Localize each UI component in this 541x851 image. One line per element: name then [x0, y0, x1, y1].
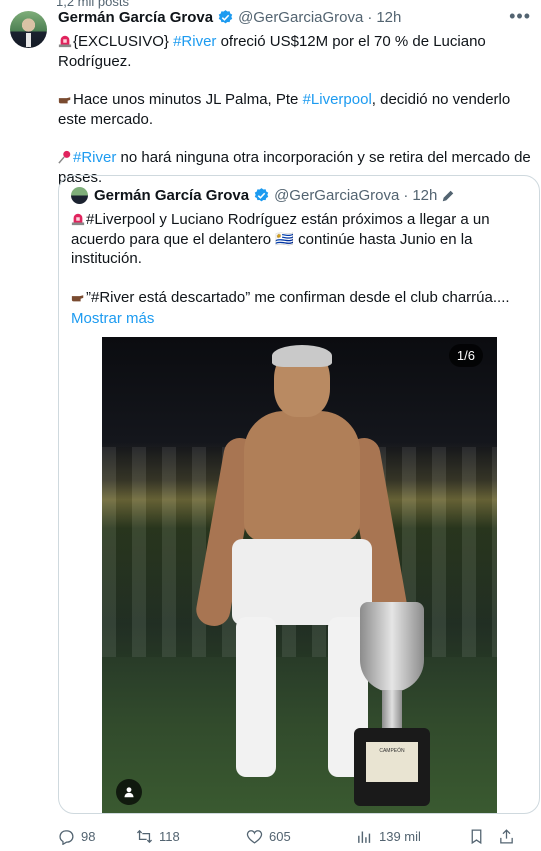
separator: ·	[367, 9, 373, 26]
hashtag-link[interactable]: #Liverpool	[303, 91, 372, 108]
quote-paragraph-2: ”#River está descartado” me confirman de…	[71, 288, 531, 308]
pushpin-icon	[58, 150, 71, 164]
verified-badge-icon	[254, 188, 269, 202]
quote-paragraph-1-text: #Liverpool y Luciano Rodríguez están pró…	[71, 211, 490, 267]
quote-author-handle: @GerGarciaGrova	[274, 187, 400, 204]
views-count: 139 mil	[379, 828, 421, 844]
text-segment: {EXCLUSIVO}	[73, 33, 174, 50]
repost-count: 118	[159, 828, 180, 844]
share-button[interactable]	[498, 828, 522, 845]
heart-icon	[246, 829, 263, 844]
quote-paragraph-1: #Liverpool y Luciano Rodríguez están pró…	[71, 210, 531, 269]
player-figure: CAMPEÓN	[193, 345, 430, 813]
author-handle[interactable]: @GerGarciaGrova	[238, 9, 363, 26]
reply-button[interactable]: 98	[58, 828, 136, 845]
quote-media-photo[interactable]: CAMPEÓN 1/6	[102, 337, 497, 813]
reply-icon	[59, 829, 74, 845]
separator: ·	[403, 187, 409, 204]
like-button[interactable]: 605	[246, 828, 356, 845]
repost-button[interactable]: 118	[136, 828, 246, 845]
tagged-people-button[interactable]	[116, 779, 142, 805]
bookmark-button[interactable]	[468, 828, 498, 845]
trophy-plaque: CAMPEÓN	[366, 742, 418, 782]
quoted-tweet[interactable]: Germán García Grova @GerGarciaGrova · 12…	[58, 175, 540, 814]
action-bar: 98 118 605 139 mil	[58, 826, 532, 846]
media-counter: 1/6	[448, 344, 483, 367]
quote-paragraph-2-text: ”#River está descartado” me confirman de…	[86, 288, 510, 306]
text-segment: Hace unos minutos JL Palma, Pte	[73, 91, 303, 108]
pointing-hand-icon	[58, 97, 71, 104]
views-icon	[358, 831, 371, 843]
timestamp[interactable]: 12h	[376, 9, 401, 26]
verified-badge-icon	[218, 10, 233, 24]
quote-text: #Liverpool y Luciano Rodríguez están pró…	[71, 210, 531, 329]
show-more-link[interactable]: Mostrar más	[71, 309, 531, 329]
tweet-header: Germán García Grova @GerGarciaGrova · 12…	[58, 9, 401, 26]
repost-icon	[136, 829, 153, 843]
person-icon	[124, 787, 134, 798]
share-icon	[500, 828, 513, 844]
quote-timestamp: 12h	[412, 187, 438, 204]
quote-avatar	[71, 187, 88, 204]
rotating-light-icon	[58, 35, 72, 48]
views-button[interactable]: 139 mil	[356, 828, 468, 845]
tweet-paragraph-1: {EXCLUSIVO} #River ofreció US$12M por el…	[58, 32, 536, 71]
pointing-hand-icon	[71, 294, 84, 301]
pencil-icon	[443, 190, 454, 201]
bookmark-icon	[471, 828, 482, 844]
quote-header: Germán García Grova @GerGarciaGrova · 12…	[71, 187, 455, 204]
trophy: CAMPEÓN	[352, 602, 432, 812]
more-icon[interactable]: •••	[509, 6, 531, 27]
hashtag-link[interactable]: #River	[73, 149, 116, 166]
author-name[interactable]: Germán García Grova	[58, 9, 213, 26]
tweet: Germán García Grova @GerGarciaGrova · 12…	[0, 0, 541, 851]
hashtag-link[interactable]: #River	[173, 33, 216, 50]
rotating-light-icon	[71, 213, 85, 226]
avatar[interactable]	[10, 11, 47, 48]
quote-author-name: Germán García Grova	[94, 187, 250, 204]
reply-count: 98	[81, 828, 96, 844]
tweet-paragraph-2: Hace unos minutos JL Palma, Pte #Liverpo…	[58, 90, 536, 129]
like-count: 605	[269, 828, 291, 844]
